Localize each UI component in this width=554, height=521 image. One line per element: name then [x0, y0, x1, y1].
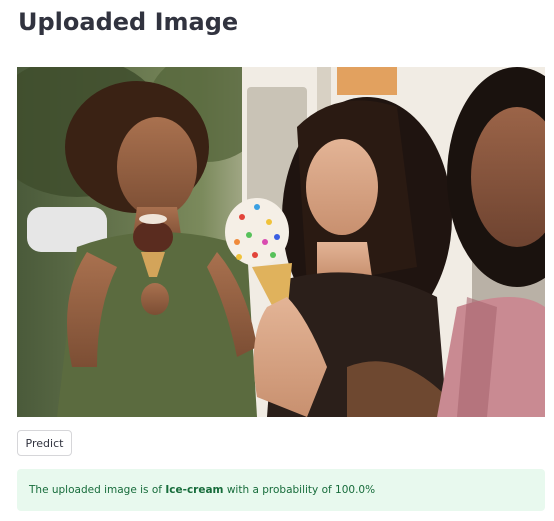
- prediction-result-alert: The uploaded image is of Ice-cream with …: [17, 469, 545, 511]
- page-title: Uploaded Image: [18, 8, 239, 36]
- result-prefix: The uploaded image is of: [29, 484, 166, 496]
- uploaded-photo: [17, 67, 545, 417]
- predict-button[interactable]: Predict: [17, 430, 72, 456]
- uploaded-image: [17, 67, 545, 417]
- app-page: Uploaded Image Predict The uploaded imag…: [0, 0, 554, 521]
- result-label: Ice-cream: [165, 484, 224, 496]
- result-probability: 100.0%: [335, 484, 376, 496]
- result-middle: with a probability of: [223, 484, 336, 496]
